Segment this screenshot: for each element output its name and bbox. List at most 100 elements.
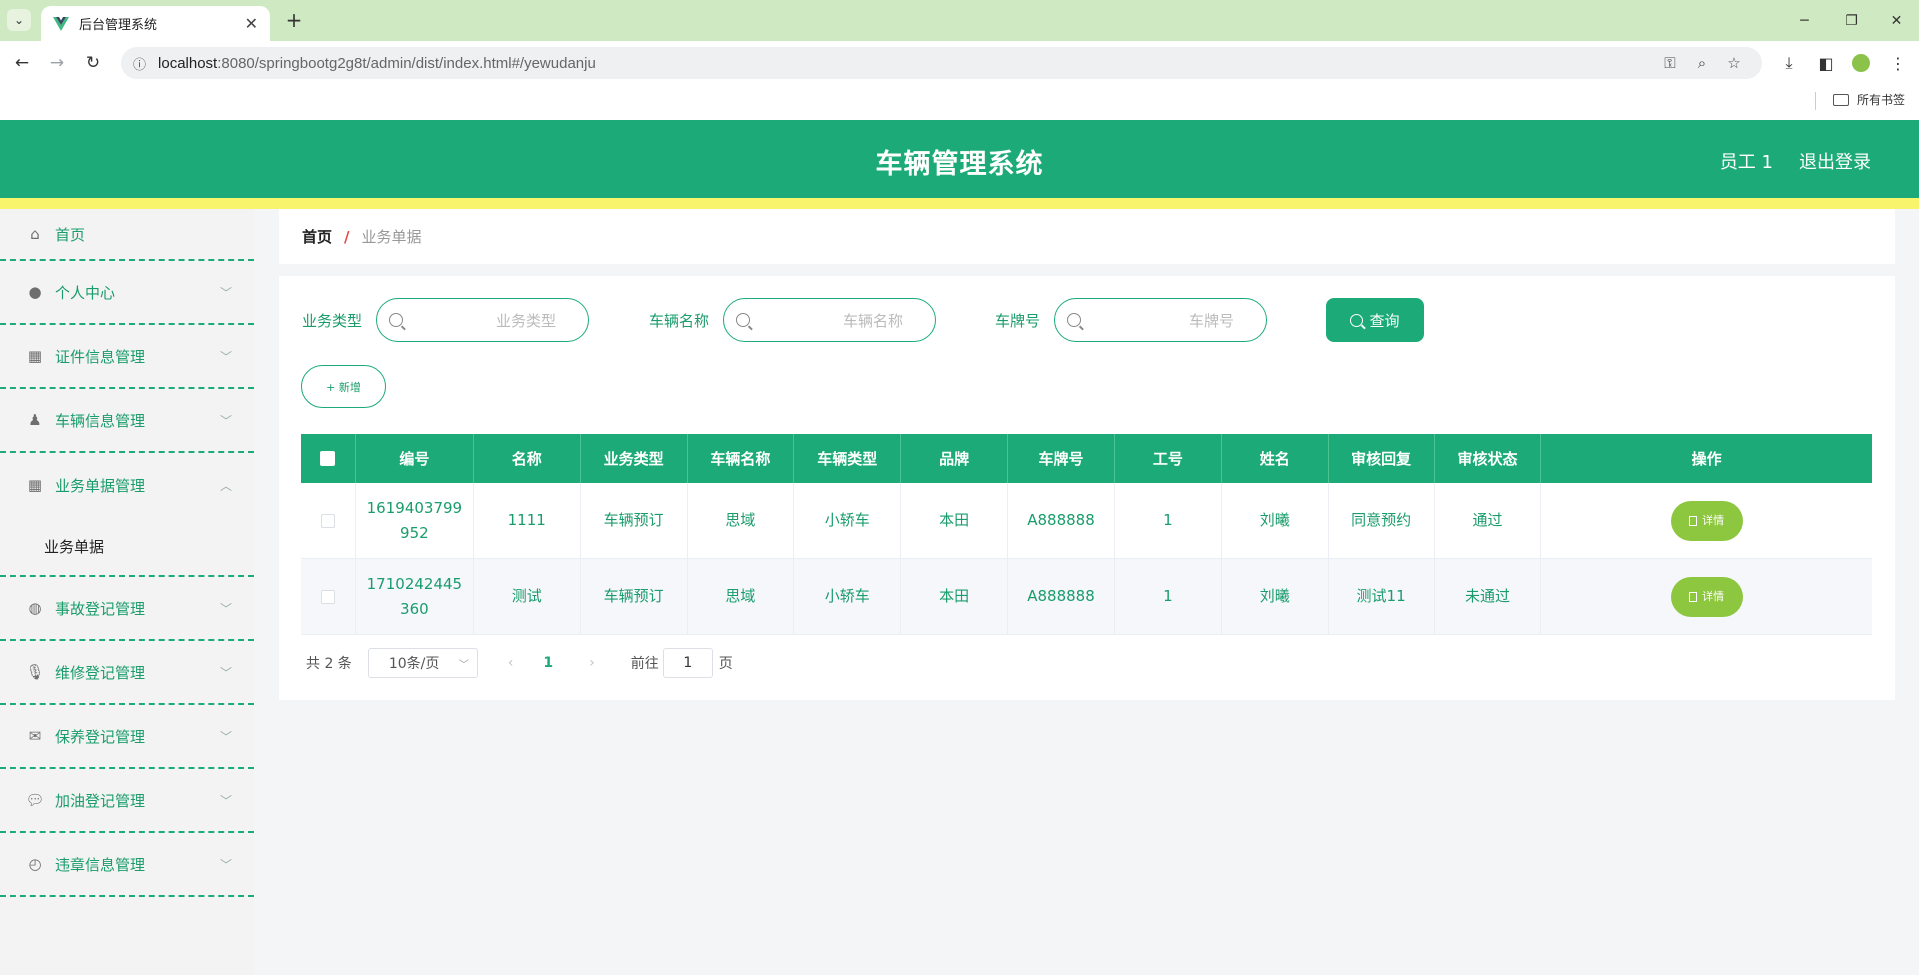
sidebar-item-profile[interactable]: ● 个人中心 ﹀ (0, 261, 254, 325)
column-header[interactable]: 车辆类型 (794, 434, 902, 483)
pagination: 共 2 条 10条/页 ﹀ ‹ 1 › 前往 1 页 (301, 647, 733, 679)
sidebar-item-label: 业务单据管理 (55, 476, 146, 495)
chat-icon: 💬︎ (25, 791, 45, 809)
page-number[interactable]: 1 (543, 655, 553, 671)
plate-number-input[interactable]: 车牌号 (1054, 298, 1267, 342)
business-type-input[interactable]: 业务类型 (376, 298, 589, 342)
zoom-icon[interactable]: ⌕ (1686, 54, 1718, 72)
cell-person-name: 刘曦 (1222, 559, 1329, 634)
business-type-label: 业务类型 (302, 312, 363, 330)
cell-employee-no: 1 (1115, 483, 1222, 558)
cell-actions: 详情 (1541, 483, 1872, 558)
site-info-icon[interactable]: ⓘ (133, 54, 146, 73)
minimize-icon[interactable]: ─ (1782, 0, 1827, 41)
column-header[interactable]: 姓名 (1222, 434, 1329, 483)
cell-review-status: 未通过 (1435, 559, 1542, 634)
column-header[interactable]: 车辆名称 (688, 434, 795, 483)
more-menu-icon[interactable]: ⋮ (1884, 49, 1912, 77)
restore-icon[interactable]: ❐ (1829, 0, 1874, 41)
plate-number-label: 车牌号 (995, 312, 1041, 330)
cell-brand: 本田 (901, 559, 1009, 634)
forward-icon[interactable]: → (43, 49, 71, 77)
grid-icon: ▦ (27, 347, 43, 365)
cell-id: 1619403799952 (356, 483, 474, 558)
sidebar-item-fuel[interactable]: 💬︎ 加油登记管理 ﹀ (0, 769, 254, 833)
chevron-down-icon: ﹀ (219, 729, 232, 744)
detail-button-label: 详情 (1702, 514, 1725, 527)
microphone-icon: 🎙︎ (25, 663, 45, 681)
vehicle-name-input[interactable]: 车辆名称 (723, 298, 936, 342)
browser-toolbar: ← → ↻ ⓘ localhost:8080/springbootg2g8t/a… (0, 41, 1919, 83)
query-button-label: 查询 (1369, 311, 1400, 330)
sidebar-item-certificates[interactable]: ▦ 证件信息管理 ﹀ (0, 325, 254, 389)
cell-actions: 详情 (1541, 559, 1872, 634)
cell-id: 1710242445360 (356, 559, 474, 634)
new-tab-icon[interactable]: + (282, 8, 306, 32)
reload-icon[interactable]: ↻ (79, 49, 107, 77)
sidebar-subitem-business-docs[interactable]: 业务单据 (0, 517, 254, 577)
breadcrumb-current: 业务单据 (361, 228, 422, 246)
column-header[interactable]: 审核状态 (1435, 434, 1542, 483)
tab-search-dropdown[interactable]: ⌄ (7, 9, 31, 31)
download-icon[interactable]: ⤓ (1775, 49, 1803, 77)
address-bar[interactable]: ⓘ localhost:8080/springbootg2g8t/admin/d… (121, 47, 1762, 79)
sidebar-item-violations[interactable]: ◴ 违章信息管理 ﹀ (0, 833, 254, 897)
sidebar-item-business[interactable]: ▦ 业务单据管理 ︿ (0, 453, 254, 517)
sidebar-item-label: 个人中心 (55, 283, 116, 302)
add-button[interactable]: + 新增 (301, 365, 386, 408)
sidebar-item-maintenance[interactable]: ✉ 保养登记管理 ﹀ (0, 705, 254, 769)
column-header[interactable]: 名称 (474, 434, 581, 483)
select-all-cell (301, 434, 356, 483)
back-icon[interactable]: ← (8, 49, 36, 77)
sidebar-item-label: 证件信息管理 (55, 347, 146, 366)
row-checkbox[interactable] (320, 513, 335, 528)
breadcrumb: 首页 / 业务单据 (279, 209, 1895, 264)
cell-vehicle-type: 小轿车 (794, 559, 902, 634)
logout-link[interactable]: 退出登录 (1799, 148, 1871, 174)
sidebar-item-label: 违章信息管理 (55, 855, 146, 874)
query-button[interactable]: 查询 (1326, 298, 1424, 342)
detail-button[interactable]: 详情 (1670, 500, 1743, 541)
select-all-checkbox[interactable] (320, 451, 336, 466)
close-tab-icon[interactable]: ✕ (245, 14, 258, 33)
cell-review-status: 通过 (1435, 483, 1542, 558)
column-header[interactable]: 审核回复 (1329, 434, 1435, 483)
side-panel-icon[interactable]: ◧ (1812, 49, 1840, 77)
next-page-icon[interactable]: › (589, 655, 595, 671)
sidebar-item-home[interactable]: ⌂ 首页 (0, 209, 254, 261)
app-title: 车辆管理系统 (875, 149, 1044, 180)
url-text: localhost:8080/springbootg2g8t/admin/dis… (158, 54, 596, 72)
row-select-cell (301, 559, 356, 634)
goto-page-input[interactable]: 1 (662, 648, 713, 678)
folder-icon (1832, 93, 1849, 106)
sidebar-item-accidents[interactable]: ◍ 事故登记管理 ﹀ (0, 577, 254, 641)
row-checkbox[interactable] (320, 589, 335, 604)
cell-vehicle-name: 思域 (688, 483, 795, 558)
column-header[interactable]: 品牌 (901, 434, 1009, 483)
add-button-label: + 新增 (326, 380, 361, 394)
breadcrumb-home[interactable]: 首页 (302, 226, 332, 247)
plate-number-placeholder: 车牌号 (1188, 311, 1234, 330)
vue-logo-icon (53, 16, 69, 31)
password-key-icon[interactable]: ⚿ (1654, 54, 1686, 72)
bookmark-star-icon[interactable]: ☆ (1718, 54, 1750, 72)
chevron-down-icon: ﹀ (458, 659, 469, 671)
sidebar-item-repairs[interactable]: 🎙︎ 维修登记管理 ﹀ (0, 641, 254, 705)
sidebar-item-vehicles[interactable]: ♟ 车辆信息管理 ﹀ (0, 389, 254, 453)
detail-button[interactable]: 详情 (1670, 576, 1743, 617)
user-tie-icon: ♟ (28, 411, 42, 429)
all-bookmarks-button[interactable]: 所有书签 (1832, 91, 1905, 108)
profile-avatar-icon[interactable] (1847, 49, 1875, 77)
column-header[interactable]: 工号 (1115, 434, 1222, 483)
column-header[interactable]: 业务类型 (581, 434, 688, 483)
column-header[interactable]: 车牌号 (1008, 434, 1115, 483)
page-size-select[interactable]: 10条/页 ﹀ (367, 648, 478, 678)
apps-icon: ▦ (27, 476, 43, 494)
goto-page-value: 1 (683, 655, 693, 671)
prev-page-icon[interactable]: ‹ (508, 655, 514, 671)
window-close-icon[interactable]: ✕ (1874, 0, 1919, 41)
current-user: 员工 1 (1719, 152, 1773, 173)
browser-tab[interactable]: 后台管理系统 ✕ (41, 6, 270, 41)
compass-icon: ◴ (28, 855, 42, 873)
column-header[interactable]: 编号 (356, 434, 474, 483)
